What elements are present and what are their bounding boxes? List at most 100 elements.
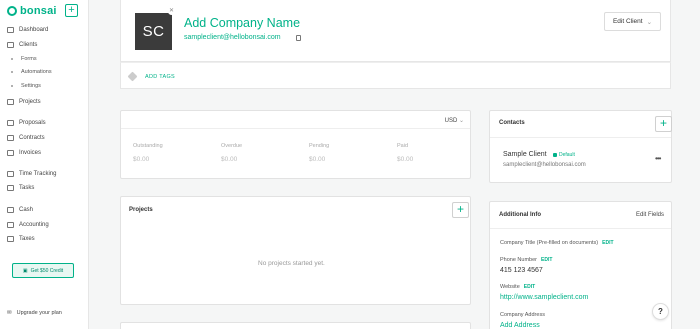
edit-company-title-button[interactable]: EDIT — [602, 240, 613, 246]
remove-avatar-icon[interactable]: ✕ — [168, 8, 175, 15]
edit-phone-button[interactable]: EDIT — [541, 257, 552, 263]
chevron-down-icon: ⌄ — [646, 18, 653, 26]
add-tags-button[interactable]: ADD TAGS — [145, 74, 175, 80]
company-name[interactable]: Add Company Name — [184, 16, 300, 30]
proposals-icon — [7, 120, 14, 126]
website-link[interactable]: http://www.sampleclient.com — [500, 294, 588, 301]
help-button[interactable]: ? — [652, 303, 669, 320]
stat-label-paid: Paid — [397, 143, 409, 149]
sidebar-item-contracts[interactable]: Contracts — [7, 135, 45, 141]
contacts-title: Contacts — [499, 120, 525, 126]
additional-info-title: Additional Info — [499, 212, 541, 218]
default-badge: Default — [553, 152, 575, 158]
sidebar-item-taxes[interactable]: Taxes — [7, 236, 35, 242]
get-credit-button[interactable]: ▣ Get $50 Credit — [12, 263, 74, 278]
sidebar-item-projects[interactable]: Projects — [7, 99, 41, 105]
sidebar-subitem-settings[interactable]: Settings — [11, 83, 41, 89]
stat-value-pending: $0.00 — [309, 156, 326, 163]
logo-text: bonsai — [20, 5, 57, 17]
copy-icon[interactable] — [296, 35, 301, 41]
sidebar-item-proposals[interactable]: Proposals — [7, 120, 46, 126]
sidebar: bonsai + Dashboard Clients Forms Automat… — [0, 0, 89, 329]
phone-label: Phone Number — [500, 257, 537, 263]
currency-select[interactable]: USD ⌄ — [445, 117, 464, 124]
upgrade-plan-link[interactable]: ✉ Upgrade your plan — [7, 310, 62, 316]
company-title-label: Company Title (Pre-filled on documents) — [500, 240, 599, 246]
sidebar-item-invoices[interactable]: Invoices — [7, 150, 41, 156]
credit-label: Get $50 Credit — [30, 267, 64, 274]
sidebar-item-tasks[interactable]: Tasks — [7, 185, 34, 191]
website-field: Website EDIT — [500, 284, 535, 290]
tasks-icon — [7, 185, 14, 191]
sidebar-item-label: Tasks — [19, 185, 35, 191]
clock-icon — [7, 171, 14, 177]
sidebar-item-label: Time Tracking — [19, 171, 57, 177]
client-header-card — [120, 0, 671, 62]
clients-icon — [7, 42, 14, 48]
bonsai-logo[interactable]: bonsai — [7, 5, 57, 17]
gift-icon: ▣ — [22, 267, 28, 274]
lower-card — [120, 322, 471, 329]
more-options-icon[interactable]: ••• — [655, 154, 661, 163]
projects-empty-state: No projects started yet. — [258, 260, 325, 267]
create-new-button[interactable]: + — [65, 4, 78, 17]
client-email[interactable]: sampleclient@hellobonsai.com — [184, 34, 281, 41]
default-label: Default — [559, 152, 575, 158]
company-title-field: Company Title (Pre-filled on documents) E… — [500, 240, 614, 246]
sidebar-item-accounting[interactable]: Accounting — [7, 222, 49, 228]
website-label: Website — [500, 284, 520, 290]
sidebar-item-label: Contracts — [19, 135, 45, 141]
client-avatar[interactable]: SC — [135, 13, 172, 50]
taxes-icon — [7, 236, 14, 242]
divider — [121, 128, 470, 129]
sidebar-subitem-forms[interactable]: Forms — [11, 56, 37, 62]
edit-fields-button[interactable]: Edit Fields — [636, 212, 664, 218]
sidebar-item-label: Proposals — [19, 120, 46, 126]
edit-client-label: Edit Client — [612, 18, 643, 25]
projects-card — [120, 196, 471, 305]
sidebar-item-label: Clients — [19, 42, 38, 48]
add-project-button[interactable]: + — [452, 202, 469, 218]
edit-website-button[interactable]: EDIT — [524, 284, 535, 290]
stat-value-outstanding: $0.00 — [133, 156, 150, 163]
stats-card: USD ⌄ — [120, 110, 471, 179]
contracts-icon — [7, 135, 14, 141]
divider — [490, 137, 671, 138]
logo-icon — [7, 6, 17, 16]
phone-field: Phone Number EDIT — [500, 257, 552, 263]
upgrade-label: Upgrade your plan — [16, 310, 62, 316]
projects-icon — [7, 99, 14, 105]
tags-bar — [120, 62, 671, 89]
contact-name[interactable]: Sample Client — [503, 151, 547, 158]
phone-value: 415 123 4567 — [500, 267, 543, 274]
divider — [490, 228, 671, 229]
cash-icon — [7, 207, 14, 213]
default-dot-icon — [553, 153, 557, 157]
additional-info-card — [489, 201, 672, 329]
sidebar-item-time-tracking[interactable]: Time Tracking — [7, 171, 56, 177]
stat-label-pending: Pending — [309, 143, 330, 149]
stat-value-overdue: $0.00 — [221, 156, 238, 163]
upgrade-icon: ✉ — [7, 310, 12, 316]
stat-value-paid: $0.00 — [397, 156, 414, 163]
projects-title: Projects — [129, 207, 153, 213]
invoices-icon — [7, 150, 14, 156]
accounting-icon — [7, 222, 14, 228]
sidebar-item-clients[interactable]: Clients — [7, 42, 37, 48]
chevron-down-icon: ⌄ — [458, 118, 464, 124]
stat-label-outstanding: Outstanding — [133, 143, 163, 149]
contact-email: sampleclient@hellobonsai.com — [503, 162, 586, 168]
sidebar-item-label: Cash — [19, 207, 34, 213]
add-contact-button[interactable]: + — [655, 116, 672, 132]
sidebar-subitem-automations[interactable]: Automations — [11, 69, 52, 75]
sidebar-item-label: Accounting — [19, 222, 49, 228]
currency-label: USD — [444, 118, 458, 124]
sidebar-item-label: Projects — [19, 99, 41, 105]
home-icon — [7, 27, 14, 33]
sidebar-item-label: Dashboard — [19, 27, 49, 33]
sidebar-item-cash[interactable]: Cash — [7, 207, 33, 213]
sidebar-item-dashboard[interactable]: Dashboard — [7, 27, 48, 33]
company-address-label: Company Address — [500, 312, 545, 318]
add-address-link[interactable]: Add Address — [500, 322, 540, 329]
edit-client-button[interactable]: Edit Client ⌄ — [604, 12, 661, 31]
